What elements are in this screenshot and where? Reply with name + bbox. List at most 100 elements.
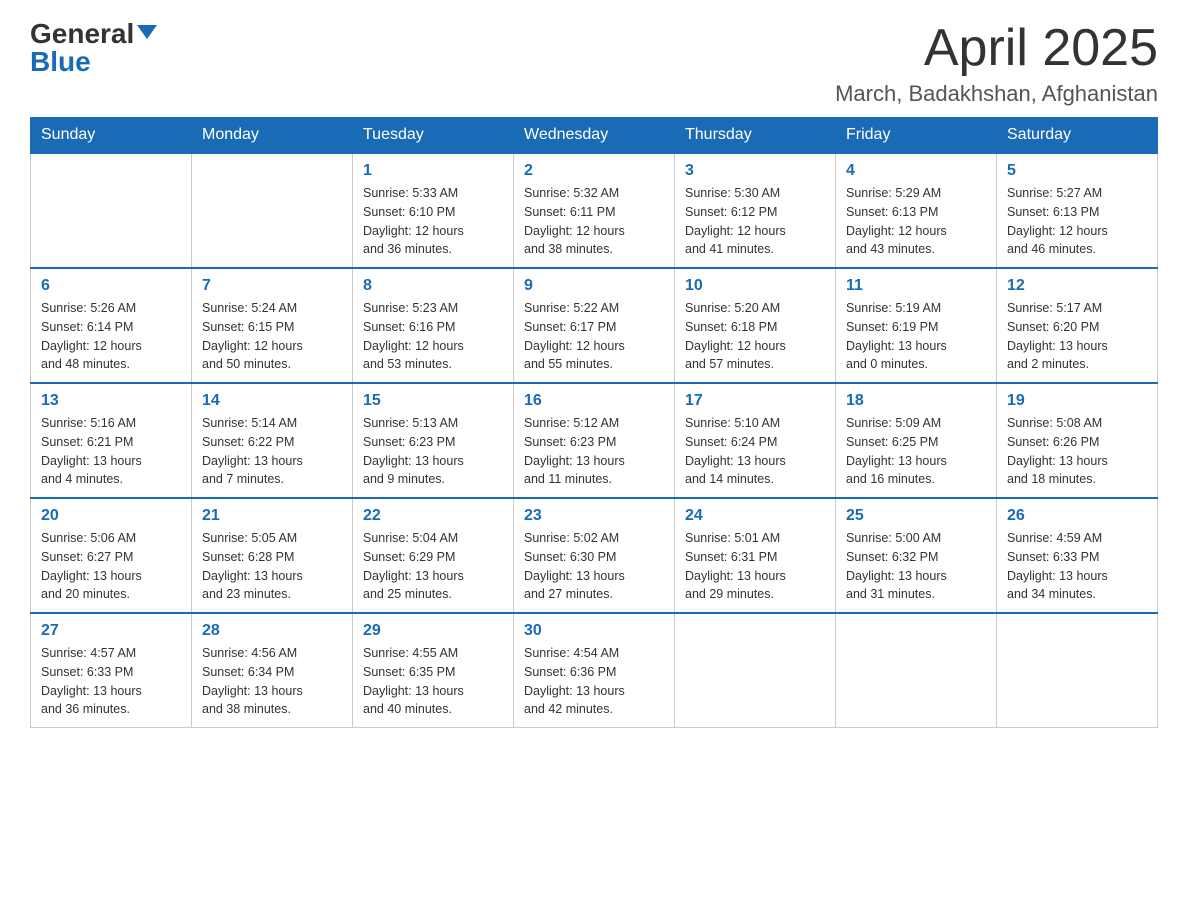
day-number: 15 — [363, 392, 503, 410]
calendar-cell: 17 Sunrise: 5:10 AMSunset: 6:24 PMDayligh… — [675, 383, 836, 498]
day-number: 3 — [685, 162, 825, 180]
calendar-cell: 6 Sunrise: 5:26 AMSunset: 6:14 PMDaylight… — [31, 268, 192, 383]
calendar-cell: 7Sunrise: 5:24 AMSunset: 6:15 PMDaylight… — [192, 268, 353, 383]
day-info: Sunrise: 5:12 AMSunset: 6:23 PMDaylight:… — [524, 414, 664, 489]
day-info: Sunrise: 5:32 AMSunset: 6:11 PMDaylight:… — [524, 184, 664, 259]
day-number: 18 — [846, 392, 986, 410]
day-info: Sunrise: 5:10 AMSunset: 6:24 PMDaylight:… — [685, 414, 825, 489]
day-info: Sunrise: 5:08 AMSunset: 6:26 PMDaylight:… — [1007, 414, 1147, 489]
calendar-cell: 8 Sunrise: 5:23 AMSunset: 6:16 PMDaylight… — [353, 268, 514, 383]
calendar-cell: 18 Sunrise: 5:09 AMSunset: 6:25 PMDayligh… — [836, 383, 997, 498]
calendar-cell — [192, 153, 353, 268]
week-row-3: 13 Sunrise: 5:16 AMSunset: 6:21 PMDayligh… — [31, 383, 1158, 498]
day-number: 23 — [524, 507, 664, 525]
day-number: 17 — [685, 392, 825, 410]
week-row-5: 27 Sunrise: 4:57 AMSunset: 6:33 PMDayligh… — [31, 613, 1158, 728]
day-number: 7 — [202, 277, 342, 295]
day-number: 11 — [846, 277, 986, 295]
day-info: Sunrise: 5:22 AMSunset: 6:17 PMDaylight:… — [524, 299, 664, 374]
calendar-cell: 19Sunrise: 5:08 AMSunset: 6:26 PMDayligh… — [997, 383, 1158, 498]
day-info: Sunrise: 5:06 AMSunset: 6:27 PMDaylight:… — [41, 529, 181, 604]
col-header-thursday: Thursday — [675, 118, 836, 154]
location-title: March, Badakhshan, Afghanistan — [835, 81, 1158, 107]
day-number: 4 — [846, 162, 986, 180]
day-info: Sunrise: 5:30 AMSunset: 6:12 PMDaylight:… — [685, 184, 825, 259]
col-header-wednesday: Wednesday — [514, 118, 675, 154]
calendar-cell — [675, 613, 836, 728]
day-number: 5 — [1007, 162, 1147, 180]
day-info: Sunrise: 5:26 AMSunset: 6:14 PMDaylight:… — [41, 299, 181, 374]
day-number: 13 — [41, 392, 181, 410]
calendar-cell: 10 Sunrise: 5:20 AMSunset: 6:18 PMDayligh… — [675, 268, 836, 383]
calendar-cell: 25 Sunrise: 5:00 AMSunset: 6:32 PMDayligh… — [836, 498, 997, 613]
day-info: Sunrise: 5:02 AMSunset: 6:30 PMDaylight:… — [524, 529, 664, 604]
day-info: Sunrise: 4:59 AMSunset: 6:33 PMDaylight:… — [1007, 529, 1147, 604]
day-info: Sunrise: 5:05 AMSunset: 6:28 PMDaylight:… — [202, 529, 342, 604]
day-number: 6 — [41, 277, 181, 295]
month-title: April 2025 — [835, 20, 1158, 77]
day-info: Sunrise: 5:00 AMSunset: 6:32 PMDaylight:… — [846, 529, 986, 604]
day-number: 9 — [524, 277, 664, 295]
calendar-cell — [997, 613, 1158, 728]
logo-blue-text: Blue — [30, 48, 91, 76]
day-number: 27 — [41, 622, 181, 640]
day-info: Sunrise: 5:09 AMSunset: 6:25 PMDaylight:… — [846, 414, 986, 489]
col-header-tuesday: Tuesday — [353, 118, 514, 154]
day-number: 30 — [524, 622, 664, 640]
calendar-cell: 24 Sunrise: 5:01 AMSunset: 6:31 PMDayligh… — [675, 498, 836, 613]
calendar-cell: 11 Sunrise: 5:19 AMSunset: 6:19 PMDayligh… — [836, 268, 997, 383]
day-number: 24 — [685, 507, 825, 525]
logo-general-text: General — [30, 20, 134, 48]
calendar-cell: 28 Sunrise: 4:56 AMSunset: 6:34 PMDayligh… — [192, 613, 353, 728]
col-header-monday: Monday — [192, 118, 353, 154]
day-info: Sunrise: 5:01 AMSunset: 6:31 PMDaylight:… — [685, 529, 825, 604]
day-number: 8 — [363, 277, 503, 295]
day-number: 28 — [202, 622, 342, 640]
calendar-cell — [836, 613, 997, 728]
day-info: Sunrise: 4:57 AMSunset: 6:33 PMDaylight:… — [41, 644, 181, 719]
day-info: Sunrise: 5:33 AMSunset: 6:10 PMDaylight:… — [363, 184, 503, 259]
day-info: Sunrise: 5:14 AMSunset: 6:22 PMDaylight:… — [202, 414, 342, 489]
day-info: Sunrise: 5:19 AMSunset: 6:19 PMDaylight:… — [846, 299, 986, 374]
col-header-saturday: Saturday — [997, 118, 1158, 154]
page-header: General Blue April 2025 March, Badakhsha… — [30, 20, 1158, 107]
calendar-cell: 1 Sunrise: 5:33 AMSunset: 6:10 PMDaylight… — [353, 153, 514, 268]
calendar-cell: 3 Sunrise: 5:30 AMSunset: 6:12 PMDaylight… — [675, 153, 836, 268]
calendar-cell: 23 Sunrise: 5:02 AMSunset: 6:30 PMDayligh… — [514, 498, 675, 613]
logo: General Blue — [30, 20, 157, 76]
calendar-cell: 12Sunrise: 5:17 AMSunset: 6:20 PMDayligh… — [997, 268, 1158, 383]
calendar-cell: 22Sunrise: 5:04 AMSunset: 6:29 PMDayligh… — [353, 498, 514, 613]
day-info: Sunrise: 5:13 AMSunset: 6:23 PMDaylight:… — [363, 414, 503, 489]
calendar-header-row: SundayMondayTuesdayWednesdayThursdayFrid… — [31, 118, 1158, 154]
calendar-cell: 5Sunrise: 5:27 AMSunset: 6:13 PMDaylight… — [997, 153, 1158, 268]
calendar-cell: 4 Sunrise: 5:29 AMSunset: 6:13 PMDaylight… — [836, 153, 997, 268]
calendar-cell: 21Sunrise: 5:05 AMSunset: 6:28 PMDayligh… — [192, 498, 353, 613]
day-number: 2 — [524, 162, 664, 180]
week-row-2: 6 Sunrise: 5:26 AMSunset: 6:14 PMDaylight… — [31, 268, 1158, 383]
calendar-cell: 26 Sunrise: 4:59 AMSunset: 6:33 PMDayligh… — [997, 498, 1158, 613]
day-info: Sunrise: 5:16 AMSunset: 6:21 PMDaylight:… — [41, 414, 181, 489]
day-number: 10 — [685, 277, 825, 295]
calendar-cell: 30Sunrise: 4:54 AMSunset: 6:36 PMDayligh… — [514, 613, 675, 728]
logo-triangle-icon — [137, 25, 157, 39]
day-number: 1 — [363, 162, 503, 180]
day-number: 20 — [41, 507, 181, 525]
day-number: 25 — [846, 507, 986, 525]
day-info: Sunrise: 5:04 AMSunset: 6:29 PMDaylight:… — [363, 529, 503, 604]
day-info: Sunrise: 5:23 AMSunset: 6:16 PMDaylight:… — [363, 299, 503, 374]
week-row-1: 1 Sunrise: 5:33 AMSunset: 6:10 PMDaylight… — [31, 153, 1158, 268]
day-info: Sunrise: 4:56 AMSunset: 6:34 PMDaylight:… — [202, 644, 342, 719]
calendar-cell: 20 Sunrise: 5:06 AMSunset: 6:27 PMDayligh… — [31, 498, 192, 613]
calendar-cell: 13 Sunrise: 5:16 AMSunset: 6:21 PMDayligh… — [31, 383, 192, 498]
day-number: 12 — [1007, 277, 1147, 295]
day-number: 26 — [1007, 507, 1147, 525]
calendar-table: SundayMondayTuesdayWednesdayThursdayFrid… — [30, 117, 1158, 728]
week-row-4: 20 Sunrise: 5:06 AMSunset: 6:27 PMDayligh… — [31, 498, 1158, 613]
calendar-cell: 15 Sunrise: 5:13 AMSunset: 6:23 PMDayligh… — [353, 383, 514, 498]
calendar-cell: 9 Sunrise: 5:22 AMSunset: 6:17 PMDaylight… — [514, 268, 675, 383]
calendar-cell: 16Sunrise: 5:12 AMSunset: 6:23 PMDayligh… — [514, 383, 675, 498]
day-info: Sunrise: 5:20 AMSunset: 6:18 PMDaylight:… — [685, 299, 825, 374]
calendar-cell: 29Sunrise: 4:55 AMSunset: 6:35 PMDayligh… — [353, 613, 514, 728]
day-info: Sunrise: 5:29 AMSunset: 6:13 PMDaylight:… — [846, 184, 986, 259]
title-block: April 2025 March, Badakhshan, Afghanista… — [835, 20, 1158, 107]
